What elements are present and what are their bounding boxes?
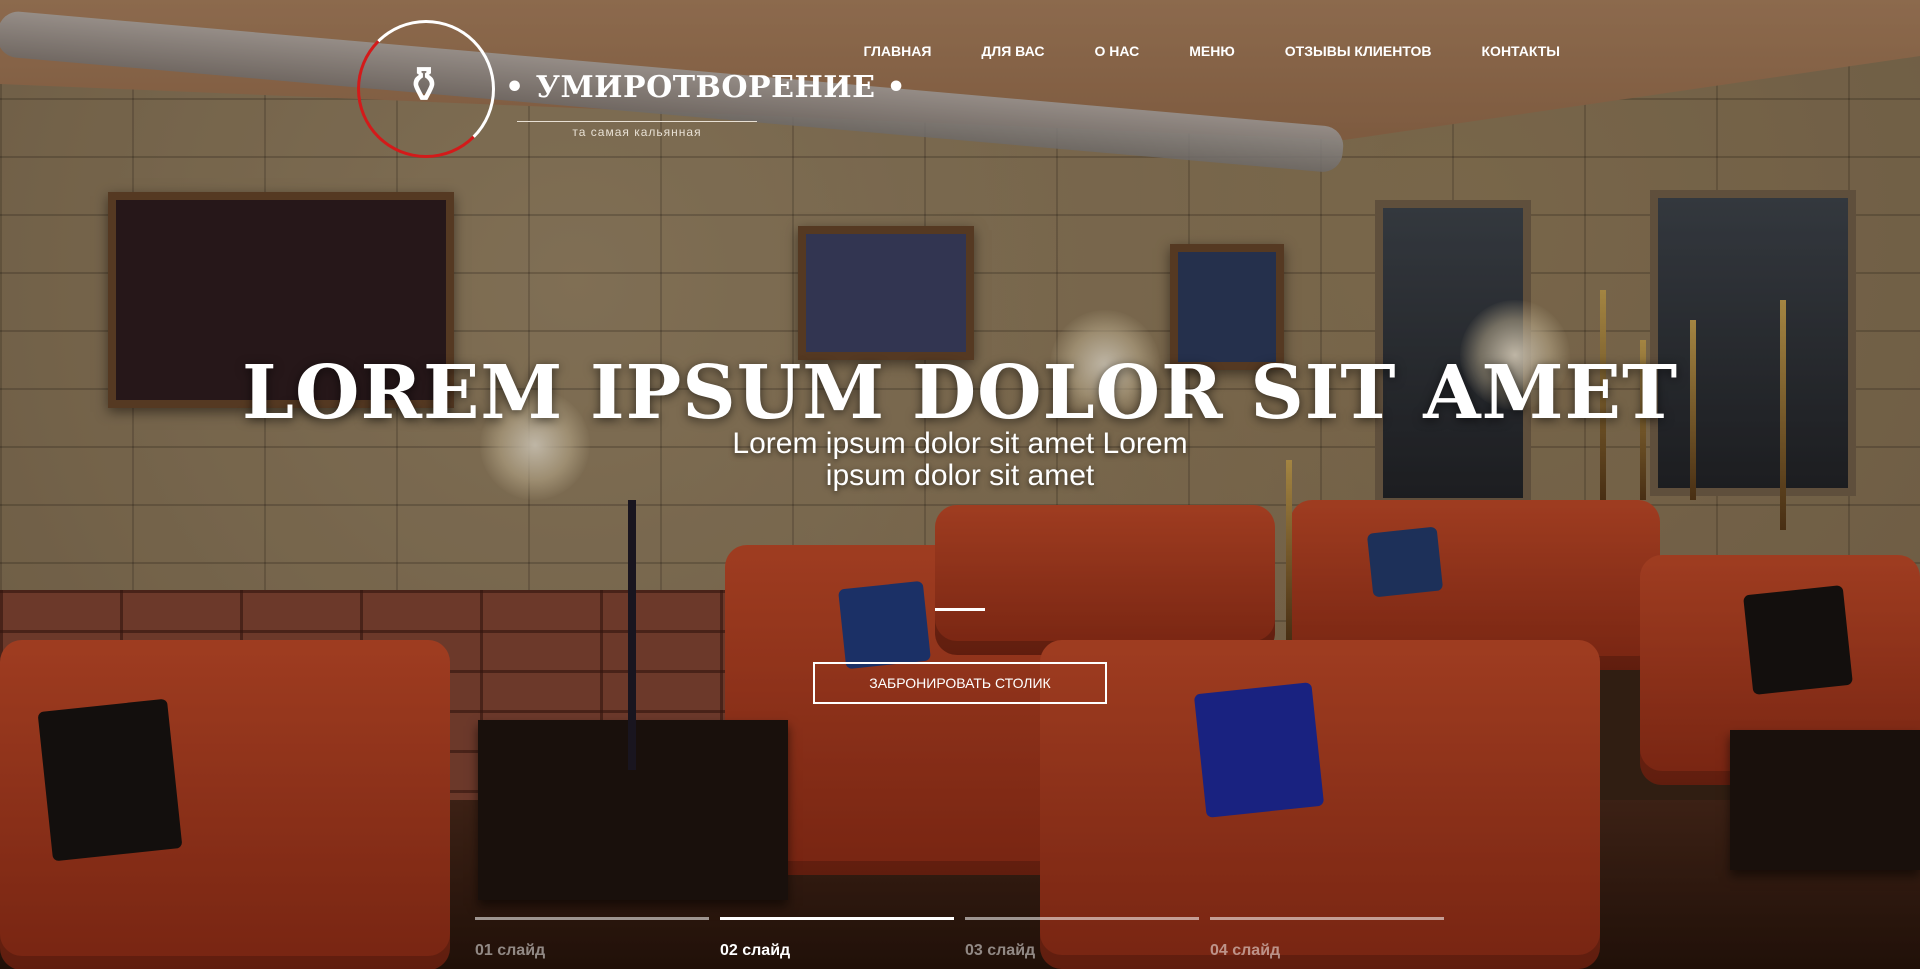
nav-item-reviews[interactable]: ОТЗЫВЫ КЛИЕНТОВ	[1285, 43, 1432, 59]
hero-subtitle: Lorem ipsum dolor sit amet Lorem ipsum d…	[732, 427, 1188, 492]
slide-tab-label: 02 слайд	[720, 942, 791, 959]
hero-title: LOREM IPSUM DOLOR SIT AMET	[241, 350, 1679, 436]
book-table-button[interactable]: ЗАБРОНИРОВАТЬ СТОЛИК	[813, 662, 1107, 704]
nav-item-menu[interactable]: МЕНЮ	[1189, 43, 1235, 59]
slide-tab-bar	[1210, 917, 1444, 920]
hookah-icon: ⚱	[403, 57, 445, 113]
slide-tab-3[interactable]: 03 слайд	[965, 917, 1199, 960]
slide-tab-label: 03 слайд	[965, 942, 1036, 959]
site-logo[interactable]: ⚱ • УМИРОТВОРЕНИЕ • та самая кальянная	[357, 20, 906, 158]
hero-divider	[935, 608, 985, 611]
logo-title: • УМИРОТВОРЕНИЕ •	[505, 70, 907, 105]
main-nav: ГЛАВНАЯ ДЛЯ ВАС О НАС МЕНЮ ОТЗЫВЫ КЛИЕНТ…	[864, 43, 1561, 59]
slide-tab-2[interactable]: 02 слайд	[720, 917, 954, 960]
slide-tab-label: 04 слайд	[1210, 942, 1281, 959]
nav-item-contacts[interactable]: КОНТАКТЫ	[1482, 43, 1560, 59]
nav-item-for-you[interactable]: ДЛЯ ВАС	[981, 43, 1044, 59]
logo-tagline: та самая кальянная	[517, 121, 757, 139]
slide-tab-bar	[475, 917, 709, 920]
nav-item-about[interactable]: О НАС	[1094, 43, 1139, 59]
slide-tab-bar	[720, 917, 954, 920]
slide-tab-label: 01 слайд	[475, 942, 546, 959]
slide-tab-1[interactable]: 01 слайд	[475, 917, 709, 960]
slide-tab-bar	[965, 917, 1199, 920]
nav-item-home[interactable]: ГЛАВНАЯ	[864, 43, 932, 59]
slider-tabs: 01 слайд 02 слайд 03 слайд 04 слайд	[475, 917, 1444, 960]
slide-tab-4[interactable]: 04 слайд	[1210, 917, 1444, 960]
